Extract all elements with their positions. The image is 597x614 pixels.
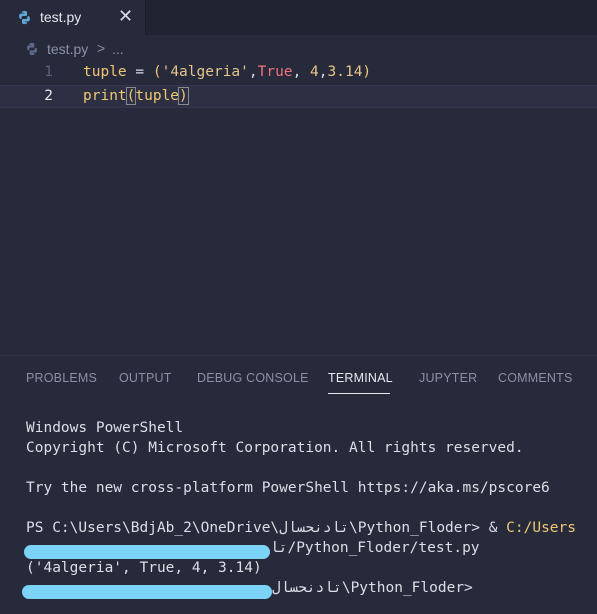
tab-problems[interactable]: PROBLEMS <box>26 371 97 385</box>
terminal-prompt: PS C:\Users\BdjAb_2\OneDrive\تادنحسال\Py… <box>26 520 507 536</box>
code-token-variable: tuple <box>135 88 180 104</box>
code-text: print(tuple) <box>83 87 189 105</box>
terminal-line: Windows PowerShell <box>26 420 184 436</box>
terminal-command: C:/Users <box>506 520 576 536</box>
code-token-paren: ( <box>152 64 162 80</box>
code-line[interactable]: 1 tuple = ('4algeria',True, 4,3.14) <box>0 62 597 85</box>
tab-output[interactable]: OUTPUT <box>119 371 172 385</box>
code-token-paren: ) <box>362 64 372 80</box>
redaction-mark <box>24 545 270 559</box>
code-token-paren: ) <box>178 87 189 105</box>
close-icon[interactable]: ✕ <box>118 6 133 26</box>
tab-debug-console[interactable]: DEBUG CONSOLE <box>197 371 309 385</box>
line-number: 2 <box>44 88 53 104</box>
line-number: 1 <box>44 64 53 80</box>
tab-jupyter[interactable]: JUPYTER <box>419 371 477 385</box>
code-token-string: '4algeria' <box>161 64 249 80</box>
code-token-operator: = <box>126 64 153 80</box>
code-token-number: 4 <box>310 64 319 80</box>
terminal-line: Try the new cross-platform PowerShell ht… <box>26 480 550 496</box>
code-token-variable: tuple <box>83 64 127 80</box>
tab-test-py[interactable]: test.py ✕ <box>0 0 146 35</box>
terminal-prompt-line: PS C:\Users\BdjAb_2\OneDrive\تادنحسال\Py… <box>26 520 576 536</box>
active-tab-indicator <box>328 393 390 394</box>
code-token-number: 3.14 <box>327 64 363 80</box>
code-token-comma: , <box>248 64 258 80</box>
tab-filename: test.py <box>40 9 82 25</box>
python-icon <box>19 10 30 25</box>
breadcrumb-file[interactable]: test.py <box>47 41 88 57</box>
code-token-keyword: True <box>257 64 293 80</box>
editor-tab-bar: test.py ✕ <box>0 0 597 35</box>
bottom-panel: PROBLEMS OUTPUT DEBUG CONSOLE TERMINAL J… <box>0 355 597 614</box>
terminal-prompt: تادنحسال\Python_Floder> <box>272 580 473 596</box>
chevron-right-icon: > <box>97 40 106 56</box>
python-icon <box>27 42 37 56</box>
terminal-line: Copyright (C) Microsoft Corporation. All… <box>26 440 524 456</box>
code-line-active[interactable]: 2 print(tuple) <box>0 85 597 108</box>
code-token-comma: , <box>292 64 311 80</box>
redaction-mark <box>22 585 272 599</box>
tab-terminal[interactable]: TERMINAL <box>328 371 393 385</box>
code-token-function: print <box>83 88 127 104</box>
code-token-comma: , <box>318 64 328 80</box>
tab-comments[interactable]: COMMENTS <box>498 371 573 385</box>
terminal-line: تا/Python_Floder/test.py <box>270 540 480 556</box>
breadcrumb-ellipsis[interactable]: ... <box>112 41 124 57</box>
code-text: tuple = ('4algeria',True, 4,3.14) <box>83 64 371 80</box>
terminal-output: ('4algeria', True, 4, 3.14) <box>26 560 262 576</box>
